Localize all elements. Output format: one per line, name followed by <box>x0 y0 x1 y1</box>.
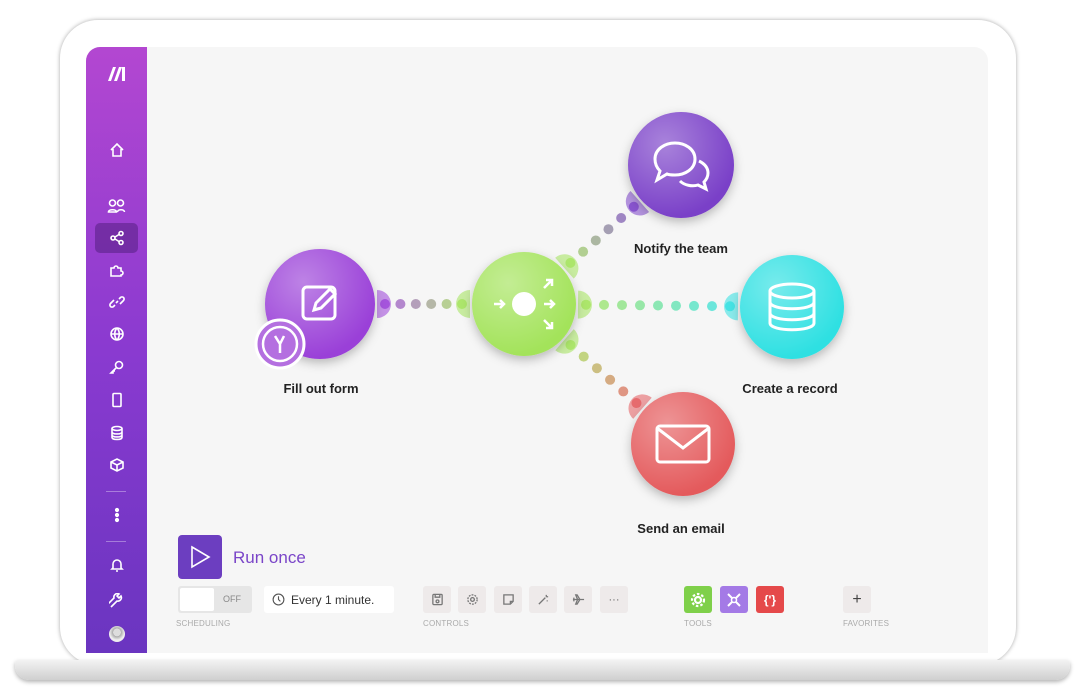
node-label-fill-out-form: Fill out form <box>283 381 359 396</box>
section-label-scheduling: SCHEDULING <box>176 619 231 628</box>
connector-dot <box>426 299 437 309</box>
section-label-tools: TOOLS <box>684 619 712 628</box>
connector-dot <box>441 299 452 309</box>
divider <box>106 541 126 542</box>
tool-tools[interactable] <box>720 586 748 613</box>
save-icon <box>431 593 443 606</box>
node-highlight <box>628 112 734 218</box>
run-once-button[interactable] <box>178 535 222 579</box>
play-icon <box>191 545 211 569</box>
note-icon <box>502 594 514 605</box>
schedule-text: Every 1 minute. <box>291 592 375 607</box>
tools-icon <box>727 592 741 607</box>
node-highlight <box>631 392 735 496</box>
more-controls-button[interactable]: ··· <box>600 586 628 613</box>
avatar-icon <box>108 626 125 642</box>
connector-handle <box>577 290 592 319</box>
wrench-icon <box>108 593 122 608</box>
tool-text-parser[interactable]: {'} <box>756 586 784 613</box>
connector-dot <box>603 224 614 235</box>
section-label-favorites: FAVORITES <box>843 619 890 628</box>
airplane-icon <box>572 594 584 605</box>
sidebar-item-notifications[interactable] <box>95 550 138 580</box>
connector-handle <box>377 290 391 318</box>
connector-dot <box>671 300 682 311</box>
add-favorite-button[interactable]: + <box>843 586 871 613</box>
schedule-clock-icon <box>254 318 306 370</box>
clock-icon <box>272 593 285 606</box>
notes-button[interactable] <box>494 586 522 613</box>
toggle-label: OFF <box>223 594 241 604</box>
gear-icon <box>690 592 706 607</box>
scheduling-toggle[interactable]: OFF <box>178 586 252 613</box>
gear-icon <box>466 594 478 605</box>
connector-dot <box>653 300 663 311</box>
section-label-controls: CONTROLS <box>423 619 470 628</box>
connector-dot <box>578 351 589 362</box>
connector-dot <box>591 363 602 374</box>
connector-dot <box>616 212 627 223</box>
explain-flow-button[interactable] <box>564 586 592 613</box>
connector-dot <box>605 374 616 385</box>
connector-dot <box>689 300 700 311</box>
sidebar-item-profile[interactable] <box>95 619 138 649</box>
connector-handle <box>724 292 739 321</box>
auto-align-button[interactable] <box>529 586 557 613</box>
node-label-send-email: Send an email <box>637 521 725 536</box>
connector-dot <box>616 300 627 311</box>
run-once-label[interactable]: Run once <box>233 548 306 568</box>
connector-dot <box>707 301 718 312</box>
save-button[interactable] <box>423 586 451 613</box>
laptop-base <box>15 660 1070 680</box>
bell-icon <box>109 559 124 572</box>
connector-dot <box>634 300 645 311</box>
connector-dot <box>578 246 589 257</box>
app-screen: Fill out form Notify the team Create a r… <box>86 47 988 653</box>
node-highlight <box>740 255 844 359</box>
connector-dot <box>590 235 601 246</box>
connector-dot <box>410 299 421 309</box>
settings-button[interactable] <box>458 586 486 613</box>
tool-flow-control[interactable] <box>684 586 712 613</box>
connector-dot <box>395 299 406 309</box>
schedule-setting[interactable]: Every 1 minute. <box>264 586 394 613</box>
magic-wand-icon <box>537 594 548 605</box>
connector-dot <box>598 299 609 310</box>
sidebar-item-resources[interactable] <box>95 586 138 616</box>
connector-handle <box>456 290 470 318</box>
node-label-create-record: Create a record <box>742 381 838 396</box>
node-label-notify-team: Notify the team <box>634 241 728 256</box>
connector-dot <box>618 386 629 397</box>
scenario-canvas <box>254 112 844 496</box>
